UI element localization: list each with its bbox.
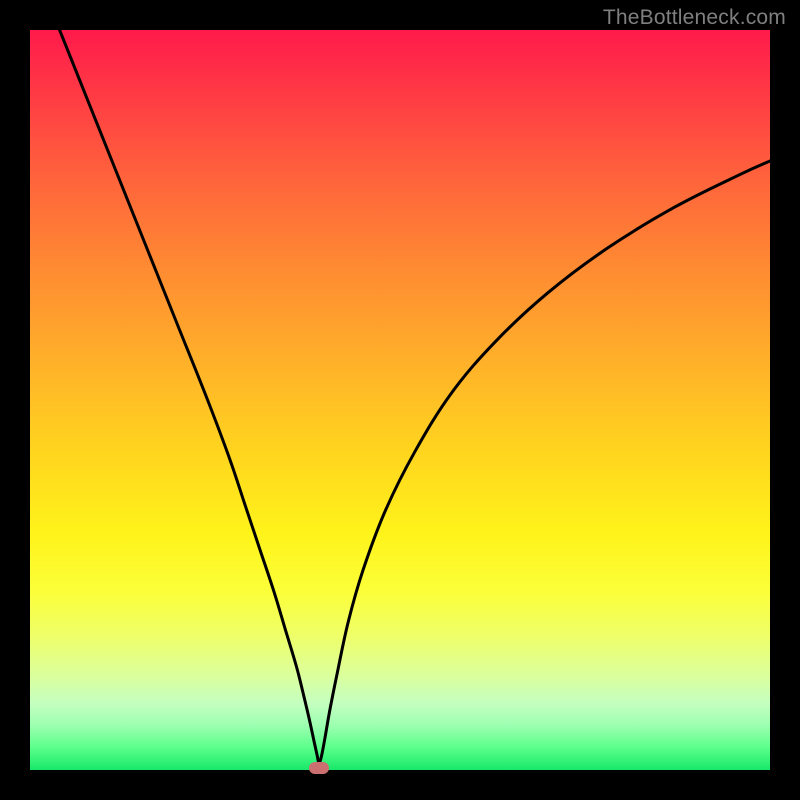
chart-frame: TheBottleneck.com [0, 0, 800, 800]
curve-svg [30, 30, 770, 770]
bottleneck-curve [60, 30, 770, 762]
optimal-marker [309, 762, 329, 774]
plot-area [30, 30, 770, 770]
watermark-text: TheBottleneck.com [603, 6, 786, 30]
